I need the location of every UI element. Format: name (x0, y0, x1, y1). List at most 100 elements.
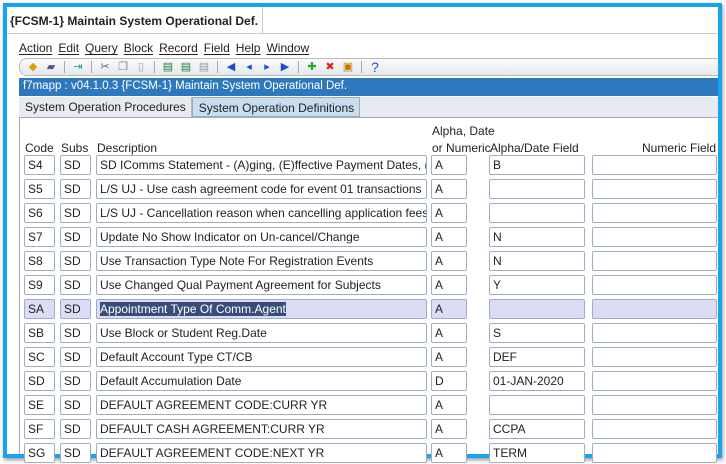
insert-record-icon[interactable]: ✚ (305, 60, 319, 74)
description-field[interactable]: Default Accumulation Date (96, 371, 427, 391)
lock-record-icon[interactable]: ▣ (341, 60, 355, 74)
alpha-field[interactable] (489, 203, 585, 223)
next-record-icon[interactable]: ▸ (260, 60, 274, 74)
description-field[interactable]: L/S UJ - Cancellation reason when cancel… (96, 203, 427, 223)
code-field[interactable]: S8 (24, 251, 55, 271)
menu-window[interactable]: Window (266, 41, 309, 55)
type-field[interactable]: A (431, 155, 467, 175)
type-field[interactable]: A (431, 227, 467, 247)
subs-field[interactable]: SD (60, 179, 91, 199)
alpha-field[interactable]: N (489, 227, 585, 247)
code-field[interactable]: SG (24, 443, 55, 463)
numeric-field[interactable] (592, 155, 717, 175)
save-icon[interactable]: ◆ (26, 60, 40, 74)
subs-field[interactable]: SD (60, 371, 91, 391)
delete-record-icon[interactable]: ✖ (323, 60, 337, 74)
description-field[interactable]: SD IComms Statement - (A)ging, (E)ffecti… (96, 155, 427, 175)
next-block-icon[interactable]: ▶ (278, 60, 292, 74)
print-icon[interactable]: ▰ (44, 60, 58, 74)
numeric-field[interactable] (592, 275, 717, 295)
code-field[interactable]: SC (24, 347, 55, 367)
type-field[interactable]: A (431, 203, 467, 223)
menu-field[interactable]: Field (204, 41, 230, 55)
type-field[interactable]: A (431, 179, 467, 199)
type-field[interactable]: A (431, 275, 467, 295)
type-field[interactable]: A (431, 323, 467, 343)
alpha-field[interactable] (489, 179, 585, 199)
description-field[interactable]: Use Transaction Type Note For Registrati… (96, 251, 427, 271)
execute-query-icon[interactable]: ▤ (179, 60, 193, 74)
copy-icon[interactable]: ❐ (116, 60, 130, 74)
description-field[interactable]: DEFAULT AGREEMENT CODE:CURR YR (96, 395, 427, 415)
numeric-field[interactable] (592, 371, 717, 391)
subs-field[interactable]: SD (60, 203, 91, 223)
paste-icon[interactable]: ▯ (134, 60, 148, 74)
numeric-field[interactable] (592, 179, 717, 199)
subs-field[interactable]: SD (60, 227, 91, 247)
exit-icon[interactable]: ⇥ (71, 60, 85, 74)
subs-field[interactable]: SD (60, 299, 91, 319)
code-field[interactable]: S9 (24, 275, 55, 295)
type-field[interactable]: A (431, 419, 467, 439)
code-field[interactable]: SB (24, 323, 55, 343)
description-field[interactable]: Default Account Type CT/CB (96, 347, 427, 367)
subs-field[interactable]: SD (60, 443, 91, 463)
tab-system-operation-procedures[interactable]: System Operation Procedures (19, 97, 192, 117)
subs-field[interactable]: SD (60, 251, 91, 271)
subs-field[interactable]: SD (60, 419, 91, 439)
type-field[interactable]: A (431, 251, 467, 271)
menu-help[interactable]: Help (236, 41, 261, 55)
code-field[interactable]: SF (24, 419, 55, 439)
code-field[interactable]: S5 (24, 179, 55, 199)
type-field[interactable]: A (431, 347, 467, 367)
subs-field[interactable]: SD (60, 275, 91, 295)
cancel-query-icon[interactable]: ▤ (197, 60, 211, 74)
numeric-field[interactable] (592, 203, 717, 223)
alpha-field[interactable]: B (489, 155, 585, 175)
description-field[interactable]: Appointment Type Of Comm.Agent (96, 299, 427, 319)
alpha-field[interactable]: S (489, 323, 585, 343)
subs-field[interactable]: SD (60, 347, 91, 367)
numeric-field[interactable] (592, 443, 717, 463)
type-field[interactable]: A (431, 395, 467, 415)
numeric-field[interactable] (592, 395, 717, 415)
menu-record[interactable]: Record (159, 41, 198, 55)
numeric-field[interactable] (592, 419, 717, 439)
description-field[interactable]: DEFAULT AGREEMENT CODE:NEXT YR (96, 443, 427, 463)
subs-field[interactable]: SD (60, 155, 91, 175)
menu-query[interactable]: Query (85, 41, 118, 55)
alpha-field[interactable]: 01-JAN-2020 (489, 371, 585, 391)
alpha-field[interactable] (489, 299, 585, 319)
description-field[interactable]: Use Block or Student Reg.Date (96, 323, 427, 343)
description-field[interactable]: DEFAULT CASH AGREEMENT:CURR YR (96, 419, 427, 439)
type-field[interactable]: A (431, 299, 467, 319)
type-field[interactable]: D (431, 371, 467, 391)
numeric-field[interactable] (592, 251, 717, 271)
description-field[interactable]: L/S UJ - Use cash agreement code for eve… (96, 179, 427, 199)
description-field[interactable]: Use Changed Qual Payment Agreement for S… (96, 275, 427, 295)
alpha-field[interactable] (489, 395, 585, 415)
code-field[interactable]: S4 (24, 155, 55, 175)
description-field[interactable]: Update No Show Indicator on Un-cancel/Ch… (96, 227, 427, 247)
code-field[interactable]: SA (24, 299, 55, 319)
type-field[interactable]: A (431, 443, 467, 463)
alpha-field[interactable]: DEF (489, 347, 585, 367)
previous-block-icon[interactable]: ◀ (224, 60, 238, 74)
code-field[interactable]: S6 (24, 203, 55, 223)
menu-edit[interactable]: Edit (58, 41, 79, 55)
previous-record-icon[interactable]: ◂ (242, 60, 256, 74)
enter-query-icon[interactable]: ▤ (161, 60, 175, 74)
alpha-field[interactable]: N (489, 251, 585, 271)
window-title-tab[interactable]: {FCSM-1} Maintain System Operational Def… (7, 7, 264, 34)
subs-field[interactable]: SD (60, 395, 91, 415)
menu-action[interactable]: Action (19, 41, 52, 55)
help-icon[interactable]: ? (368, 60, 382, 74)
code-field[interactable]: S7 (24, 227, 55, 247)
code-field[interactable]: SE (24, 395, 55, 415)
numeric-field[interactable] (592, 347, 717, 367)
numeric-field[interactable] (592, 323, 717, 343)
alpha-field[interactable]: TERM (489, 443, 585, 463)
numeric-field[interactable] (592, 299, 717, 319)
tab-system-operation-definitions[interactable]: System Operation Definitions (191, 97, 361, 117)
alpha-field[interactable]: Y (489, 275, 585, 295)
